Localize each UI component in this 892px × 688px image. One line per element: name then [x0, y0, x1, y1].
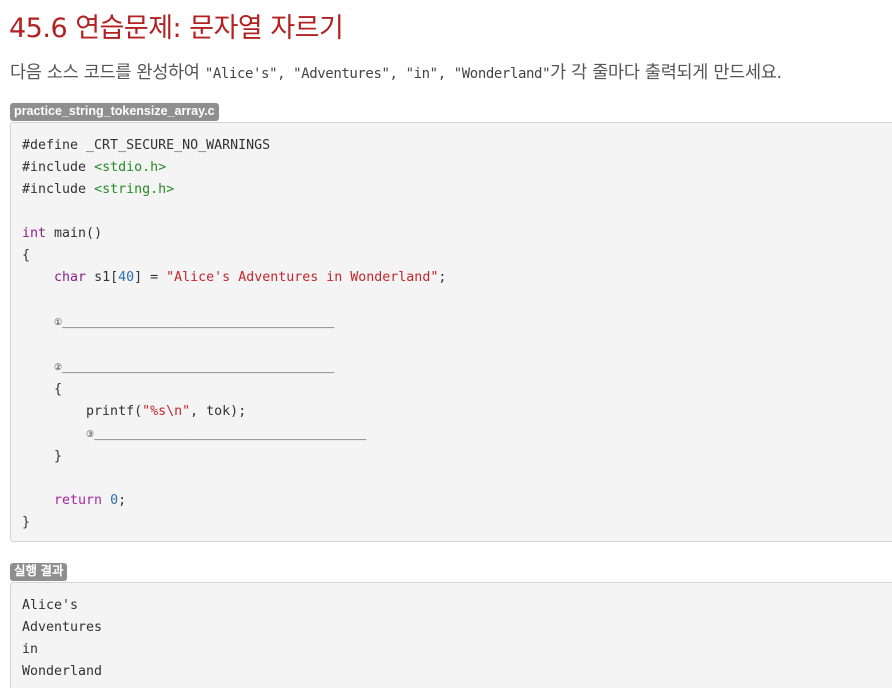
output-line: Wonderland — [22, 664, 103, 679]
code-line: } — [22, 449, 63, 464]
output-line: Alice's — [22, 598, 79, 613]
source-code: #define _CRT_SECURE_NO_WARNINGS #include… — [11, 123, 892, 546]
code-line: #include <stdio.h> — [22, 160, 167, 175]
result-label-badge: 실행 결과 — [10, 563, 68, 581]
code-line: { — [22, 248, 31, 263]
source-code-block: #define _CRT_SECURE_NO_WARNINGS #include… — [10, 122, 892, 542]
code-line: return 0; — [54, 493, 127, 508]
code-line: #define _CRT_SECURE_NO_WARNINGS — [22, 138, 271, 153]
result-output: Alice's Adventures in Wonderland — [11, 583, 892, 688]
blank-3: ③__________________________________ — [86, 426, 367, 441]
output-line: Adventures — [22, 620, 103, 635]
code-line: #include <string.h> — [22, 182, 175, 197]
page-title: 45.6 연습문제: 문자열 자르기 — [9, 13, 344, 44]
output-line: in — [22, 642, 39, 657]
description-suffix: 가 각 줄마다 출력되게 만드세요. — [550, 63, 782, 83]
blank-2: ②__________________________________ — [54, 359, 335, 374]
source-filename-badge: practice_string_tokensize_array.c — [10, 103, 219, 121]
description-code: "Alice's", "Adventures", "in", "Wonderla… — [204, 66, 551, 82]
result-output-block: Alice's Adventures in Wonderland — [10, 582, 892, 688]
code-line: printf("%s\n", tok); — [22, 404, 247, 419]
code-line: } — [22, 515, 31, 530]
code-line: char s1[40] = "Alice's Adventures in Won… — [54, 270, 447, 285]
description-prefix: 다음 소스 코드를 완성하여 — [10, 63, 205, 83]
code-line: int main() — [22, 226, 103, 241]
problem-description: 다음 소스 코드를 완성하여 "Alice's", "Adventures", … — [10, 59, 782, 84]
code-line: { — [22, 382, 63, 397]
blank-1: ①__________________________________ — [54, 314, 335, 329]
